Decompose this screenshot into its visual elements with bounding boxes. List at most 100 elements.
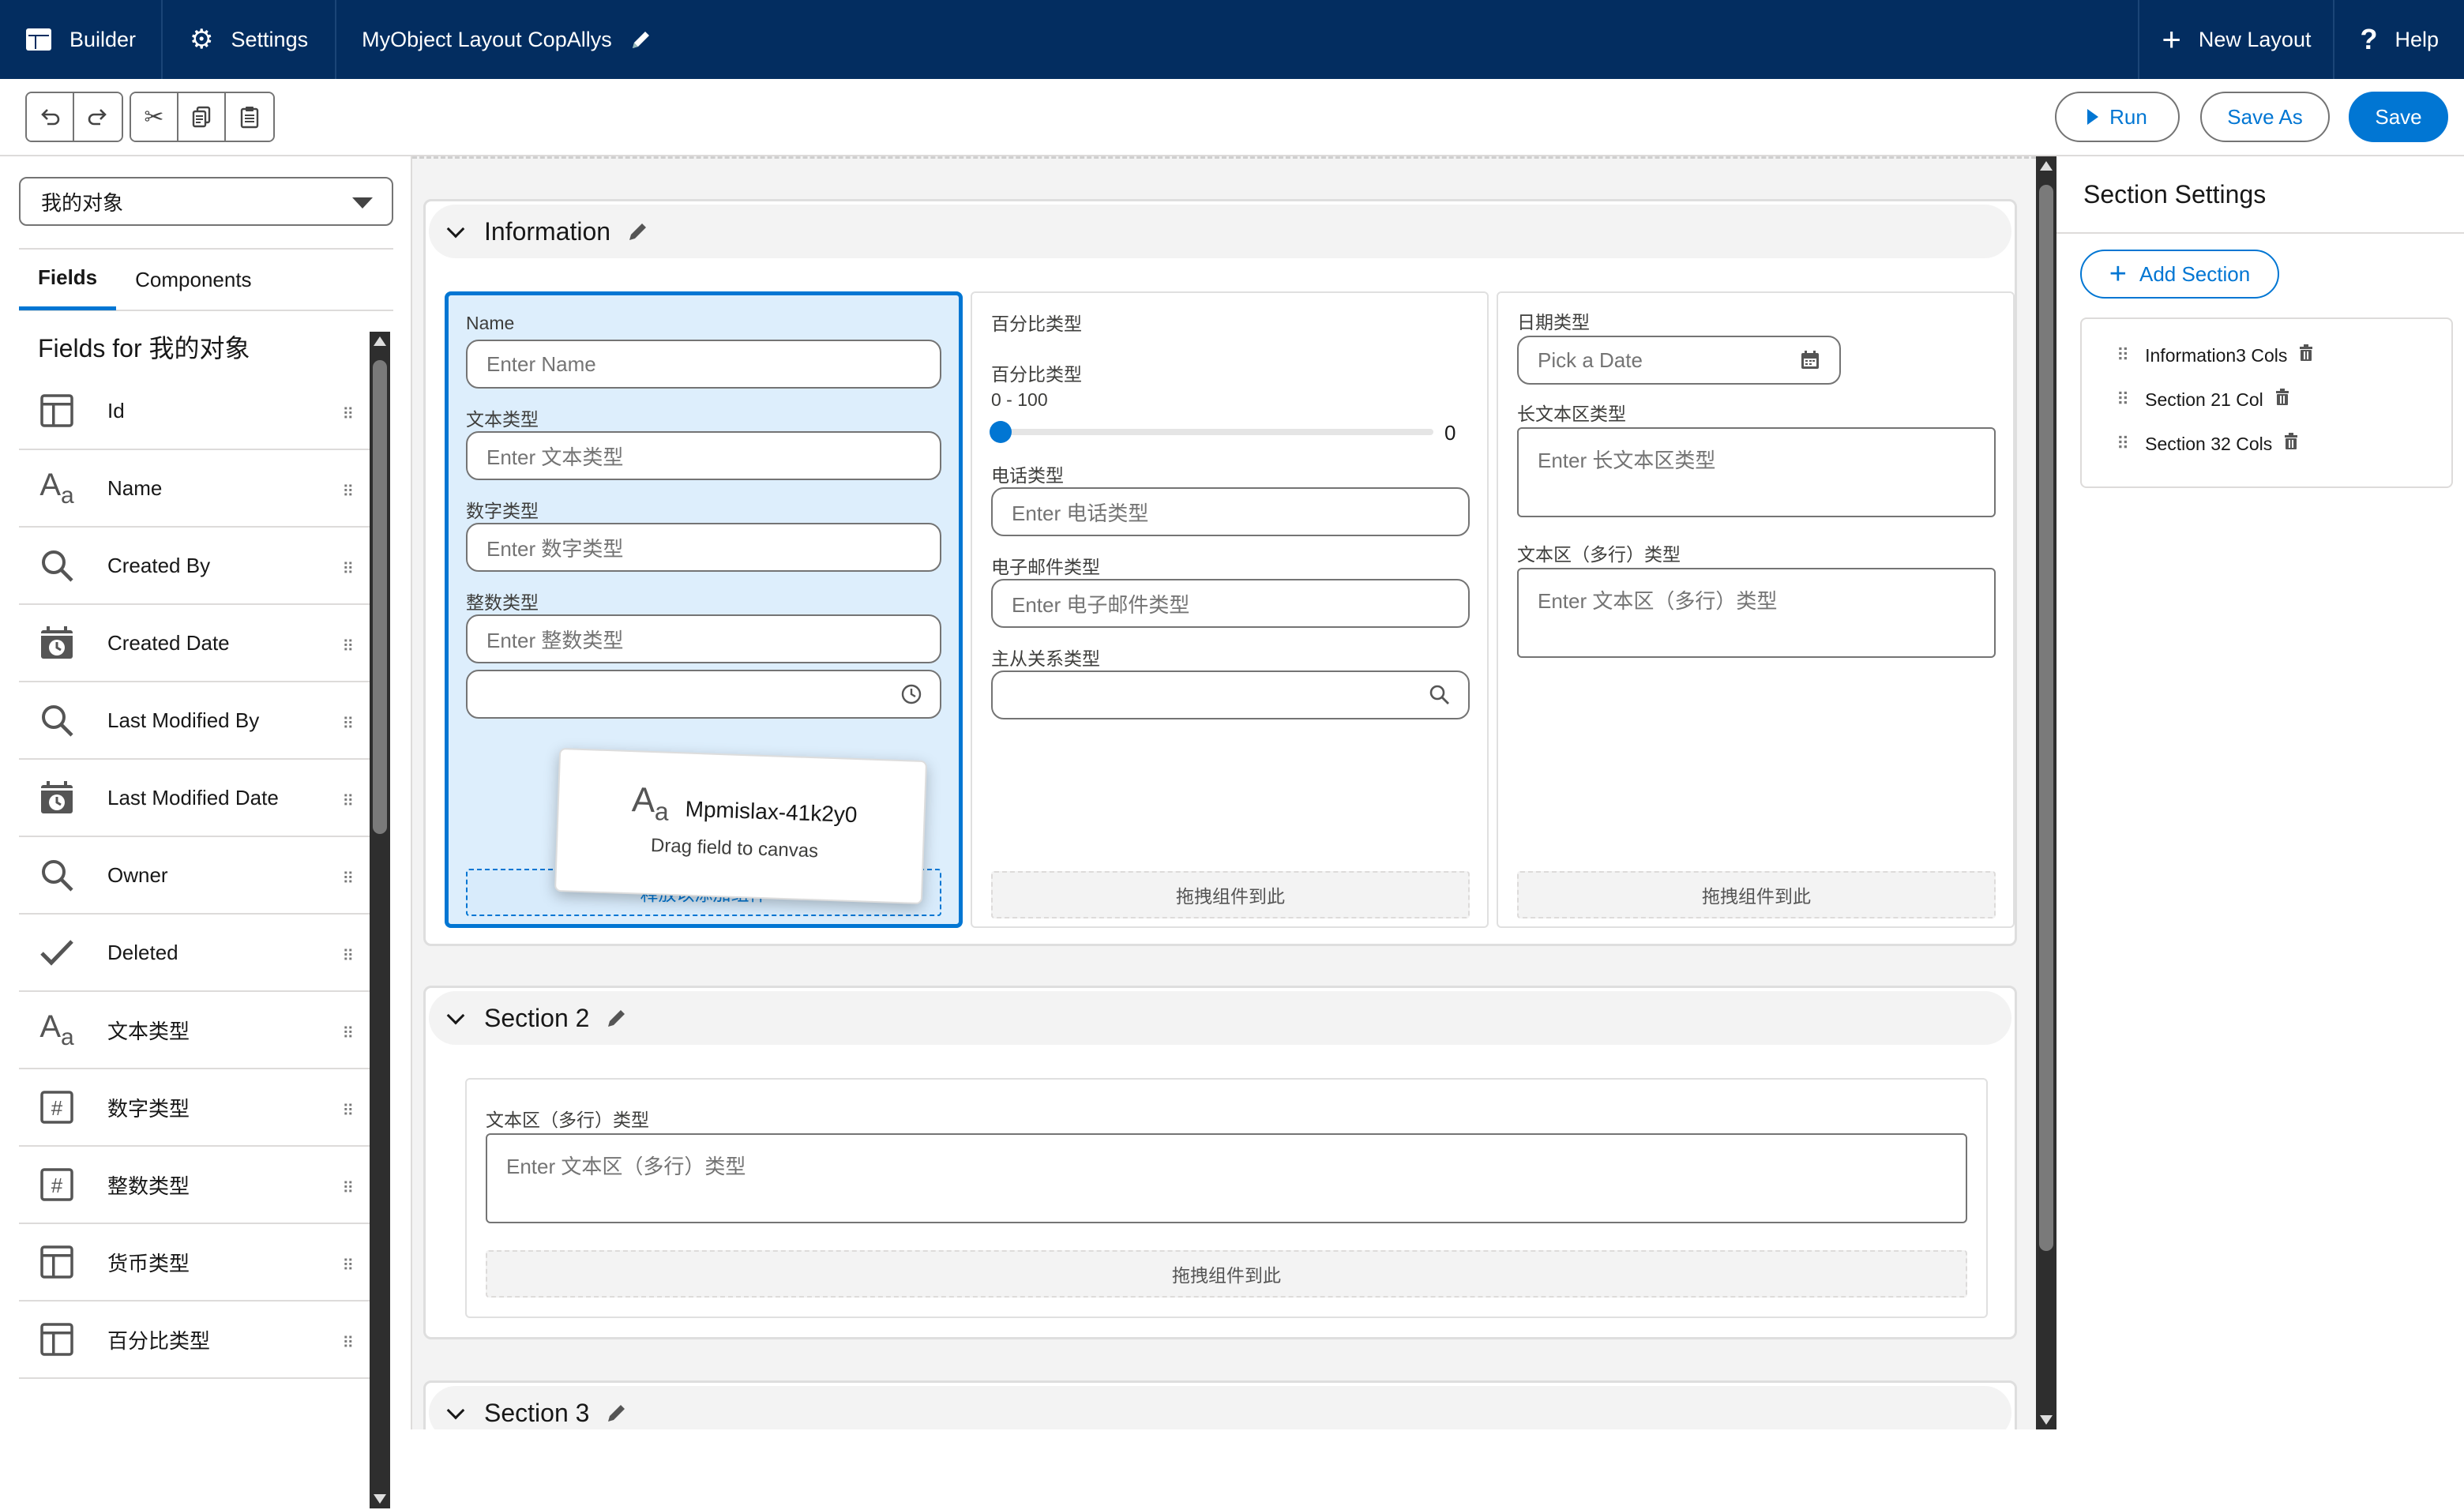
field-item[interactable]: Created By ⠿ — [19, 528, 370, 605]
clock-icon[interactable] — [900, 683, 922, 705]
left-scrollbar[interactable] — [370, 332, 390, 1508]
scroll-up-icon[interactable] — [2040, 161, 2053, 171]
builder-tab[interactable]: Builder — [0, 0, 163, 79]
column-3[interactable]: 日期类型 Pick a Date 长文本区类型 Enter 长文本区类型 文本区… — [1497, 291, 2015, 928]
copy-button[interactable] — [178, 93, 226, 141]
scroll-down-icon[interactable] — [2040, 1415, 2053, 1425]
number-type-input[interactable]: Enter 数字类型 — [466, 523, 941, 572]
drag-handle-icon[interactable]: ⠿ — [342, 637, 354, 656]
tab-components[interactable]: Components — [116, 249, 270, 310]
field-item[interactable]: Last Modified Date ⠿ — [19, 760, 370, 837]
trash-icon[interactable] — [2298, 344, 2314, 366]
field-item[interactable]: Id ⠿ — [19, 373, 370, 450]
trash-icon[interactable] — [2283, 433, 2299, 455]
section-list-item[interactable]: ⠿ Information3 Cols — [2117, 344, 2314, 366]
lookup-input[interactable] — [991, 670, 1470, 719]
name-input[interactable]: Enter Name — [466, 340, 941, 389]
chevron-down-icon[interactable] — [446, 1401, 465, 1420]
scroll-thumb[interactable] — [2039, 185, 2053, 1251]
new-layout-button[interactable]: + New Layout — [2138, 0, 2333, 79]
field-item[interactable]: # 数字类型 ⠿ — [19, 1069, 370, 1147]
drag-handle-icon[interactable]: ⠿ — [342, 946, 354, 966]
drag-handle-icon[interactable]: ⠿ — [342, 1333, 354, 1353]
drag-handle-icon[interactable]: ⠿ — [342, 1024, 354, 1043]
help-button[interactable]: ? Help — [2333, 0, 2464, 79]
scroll-up-icon[interactable] — [374, 336, 386, 346]
column-1[interactable]: 文本区（多行）类型 Enter 文本区（多行）类型 拖拽组件到此 — [465, 1078, 1988, 1318]
field-label: 整数类型 — [107, 1174, 190, 1198]
pencil-icon[interactable] — [605, 1006, 629, 1030]
trash-icon[interactable] — [2274, 389, 2290, 411]
drag-handle-icon[interactable]: ⠿ — [342, 404, 354, 424]
drag-handle-icon[interactable]: ⠿ — [342, 559, 354, 579]
canvas-scrollbar[interactable] — [2036, 156, 2056, 1429]
percent-range: 0 - 100 — [991, 389, 1048, 410]
settings-tab[interactable]: ⚙ Settings — [163, 0, 337, 79]
field-item[interactable]: 货币类型 ⠿ — [19, 1224, 370, 1302]
long-text-area[interactable]: Enter 长文本区类型 — [1517, 427, 1996, 517]
save-label: Save — [2375, 104, 2422, 129]
field-item[interactable]: Created Date ⠿ — [19, 605, 370, 682]
section-list-item[interactable]: ⠿ Section 32 Cols — [2117, 433, 2299, 455]
field-item[interactable]: Aa 文本类型 ⠿ — [19, 992, 370, 1069]
scroll-thumb[interactable] — [373, 360, 387, 834]
tab-fields[interactable]: Fields — [19, 249, 117, 310]
drag-preview-card[interactable]: Aa Mpmislax-41k2y0 Drag field to canvas — [554, 747, 928, 905]
drag-handle-icon[interactable]: ⠿ — [342, 1101, 354, 1121]
field-item[interactable]: Last Modified By ⠿ — [19, 682, 370, 760]
drop-zone[interactable]: 拖拽组件到此 — [1517, 871, 1996, 918]
drag-handle-icon[interactable]: ⠿ — [342, 791, 354, 811]
textarea-multiline[interactable]: Enter 文本区（多行）类型 — [1517, 568, 1996, 658]
field-item[interactable]: 百分比类型 ⠿ — [19, 1302, 370, 1379]
left-panel: 我的对象 Fields Components Fields for 我的对象 I… — [0, 156, 412, 1508]
section-list-item[interactable]: ⠿ Section 21 Col — [2117, 389, 2290, 411]
column-2[interactable]: 百分比类型 百分比类型 0 - 100 0 电话类型 Enter 电话类型 电子… — [971, 291, 1489, 928]
textarea-multiline[interactable]: Enter 文本区（多行）类型 — [486, 1133, 1967, 1223]
drop-zone[interactable]: 拖拽组件到此 — [991, 871, 1470, 918]
drag-handle-icon[interactable]: ⠿ — [342, 482, 354, 501]
field-item[interactable]: Owner ⠿ — [19, 837, 370, 915]
chevron-down-icon[interactable] — [446, 1006, 465, 1025]
email-input[interactable]: Enter 电子邮件类型 — [991, 579, 1470, 628]
field-label: Id — [107, 398, 125, 423]
object-select[interactable]: 我的对象 — [19, 177, 393, 226]
pencil-icon[interactable] — [626, 220, 650, 243]
field-item[interactable]: # 整数类型 ⠿ — [19, 1147, 370, 1224]
drag-handle-icon[interactable]: ⠿ — [342, 714, 354, 734]
section-header[interactable]: Section 2 — [429, 991, 2011, 1045]
section-header[interactable]: Information — [429, 205, 2011, 258]
section-2[interactable]: Section 2 文本区（多行）类型 Enter 文本区（多行）类型 拖拽组件… — [423, 986, 2017, 1339]
date-input[interactable]: Pick a Date — [1517, 336, 1841, 385]
pencil-icon[interactable] — [605, 1401, 629, 1425]
percent-slider[interactable] — [991, 429, 1433, 435]
run-button[interactable]: Run — [2055, 92, 2180, 142]
save-as-button[interactable]: Save As — [2200, 92, 2330, 142]
add-section-button[interactable]: + Add Section — [2080, 250, 2279, 299]
cut-button[interactable]: ✂ — [131, 93, 178, 141]
pencil-icon[interactable] — [629, 28, 653, 51]
integer-type-input[interactable]: Enter 整数类型 — [466, 614, 941, 663]
redo-button[interactable] — [74, 93, 122, 141]
drag-handle-icon[interactable]: ⠿ — [342, 1178, 354, 1198]
drag-handle-icon[interactable]: ⠿ — [2117, 345, 2129, 366]
phone-input[interactable]: Enter 电话类型 — [991, 487, 1470, 536]
drop-zone[interactable]: 拖拽组件到此 — [486, 1250, 1967, 1298]
calendar-icon[interactable] — [1800, 350, 1820, 370]
time-input[interactable] — [466, 670, 941, 719]
section-header[interactable]: Section 3 — [429, 1386, 2011, 1429]
paste-button[interactable] — [226, 93, 273, 141]
field-item[interactable]: Aa Name ⠿ — [19, 450, 370, 528]
scroll-down-icon[interactable] — [374, 1494, 386, 1504]
save-button[interactable]: Save — [2349, 92, 2448, 142]
chevron-down-icon[interactable] — [446, 220, 465, 239]
drag-handle-icon[interactable]: ⠿ — [2117, 434, 2129, 454]
drag-handle-icon[interactable]: ⠿ — [342, 1256, 354, 1275]
drag-handle-icon[interactable]: ⠿ — [2117, 389, 2129, 410]
section-3[interactable]: Section 3 — [423, 1380, 2017, 1429]
field-item[interactable]: Deleted ⠿ — [19, 915, 370, 992]
text-type-input[interactable]: Enter 文本类型 — [466, 431, 941, 480]
layout-name[interactable]: MyObject Layout CopAllys — [336, 0, 678, 79]
drag-handle-icon[interactable]: ⠿ — [342, 869, 354, 888]
undo-button[interactable] — [27, 93, 74, 141]
slider-handle[interactable] — [990, 421, 1012, 443]
